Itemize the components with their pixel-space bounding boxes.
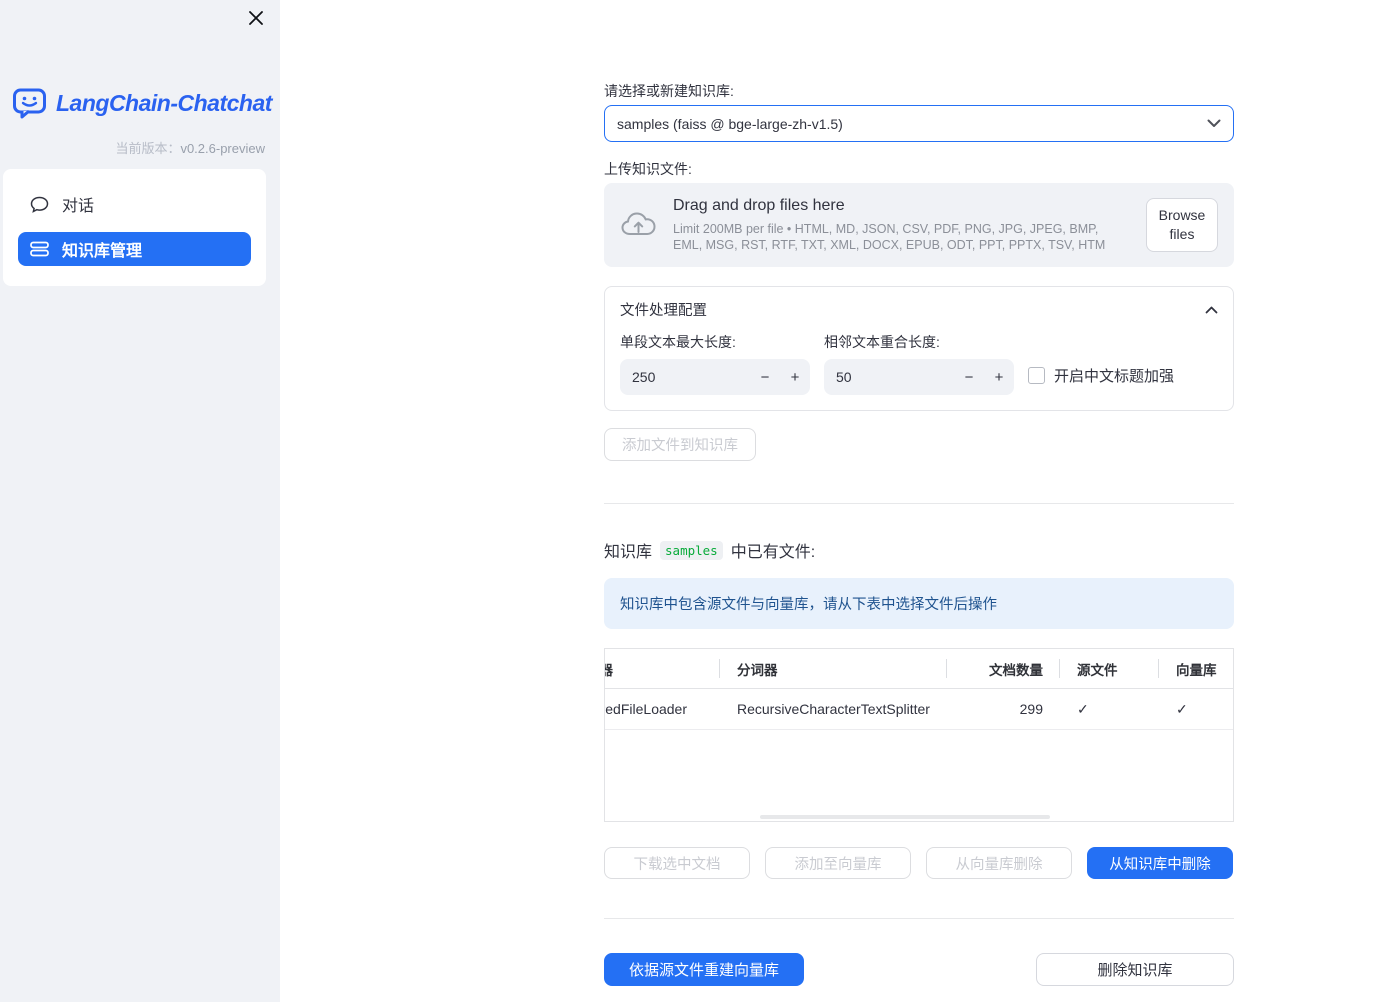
- file-actions-row: 下载选中文档 添加至向量库 从向量库删除 从知识库中删除: [604, 847, 1234, 879]
- dropzone-title: Drag and drop files here: [673, 197, 845, 214]
- browse-files-button[interactable]: Browse files: [1146, 198, 1218, 252]
- kb-stack-icon: [30, 241, 49, 257]
- info-banner: 知识库中包含源文件与向量库，请从下表中选择文件后操作: [604, 578, 1234, 629]
- add-files-to-kb-button[interactable]: 添加文件到知识库: [604, 428, 756, 461]
- info-banner-text: 知识库中包含源文件与向量库，请从下表中选择文件后操作: [620, 597, 997, 613]
- delete-from-vectorstore-button[interactable]: 从向量库删除: [926, 847, 1072, 879]
- kb-files-table: 文档加载器 分词器 文档数量 源文件 向量库 UnstructuredFileL…: [604, 648, 1234, 822]
- version-value: v0.2.6-preview: [180, 141, 265, 156]
- kb-heading-prefix: 知识库: [604, 544, 653, 561]
- sidebar-menu: 对话 知识库管理: [3, 169, 266, 286]
- main-area: 请选择或新建知识库: samples (faiss @ bge-large-zh…: [280, 0, 1380, 1002]
- table-row[interactable]: UnstructuredFileLoader RecursiveCharacte…: [605, 689, 1233, 730]
- column-header-splitter[interactable]: 分词器: [719, 649, 946, 688]
- overlap-value: 50: [836, 369, 852, 385]
- column-header-loader[interactable]: 文档加载器: [605, 649, 719, 688]
- chevron-up-icon: [1205, 306, 1218, 314]
- cell-vector-store-check: ✓: [1176, 700, 1188, 717]
- sidebar: LangChain-Chatchat 当前版本：v0.2.6-preview 对…: [0, 0, 280, 1002]
- sidebar-item-chat[interactable]: 对话: [18, 187, 251, 221]
- download-selected-button[interactable]: 下载选中文档: [604, 847, 750, 879]
- overlap-label: 相邻文本重合长度:: [824, 334, 940, 350]
- cloud-upload-icon: [620, 210, 657, 240]
- chunk-size-minus-button[interactable]: −: [750, 369, 780, 386]
- zh-title-enhance-checkbox[interactable]: 开启中文标题加强: [1028, 365, 1218, 386]
- divider: [604, 918, 1234, 919]
- kb-select-label: 请选择或新建知识库:: [604, 83, 734, 99]
- overlap-minus-button[interactable]: −: [954, 369, 984, 386]
- upload-label: 上传知识文件:: [604, 161, 692, 177]
- table-header: 文档加载器 分词器 文档数量 源文件 向量库: [605, 649, 1233, 689]
- kb-select[interactable]: samples (faiss @ bge-large-zh-v1.5): [604, 105, 1234, 142]
- sidebar-item-label: 知识库管理: [62, 243, 143, 260]
- chat-bubble-icon: [30, 196, 49, 213]
- delete-from-kb-button[interactable]: 从知识库中删除: [1087, 847, 1233, 879]
- rebuild-vectorstore-button[interactable]: 依据源文件重建向量库: [604, 953, 804, 986]
- chunk-size-plus-button[interactable]: +: [780, 369, 810, 386]
- file-dropzone[interactable]: Drag and drop files here Limit 200MB per…: [604, 183, 1234, 267]
- sidebar-item-kb-management[interactable]: 知识库管理: [18, 232, 251, 266]
- version-text: 当前版本：v0.2.6-preview: [115, 141, 265, 156]
- chunk-size-value: 250: [632, 369, 656, 385]
- cell-source-file-check: ✓: [1077, 700, 1089, 717]
- kb-select-value: samples (faiss @ bge-large-zh-v1.5): [617, 115, 843, 132]
- cell-splitter: RecursiveCharacterTextSplitter: [737, 701, 930, 717]
- overlap-plus-button[interactable]: +: [984, 369, 1014, 386]
- app-logo: LangChain-Chatchat: [12, 87, 272, 119]
- chevron-down-icon: [1207, 119, 1221, 128]
- expander-title: 文件处理配置: [620, 303, 707, 319]
- table-horizontal-scrollbar[interactable]: [760, 815, 1050, 819]
- file-config-expander: 文件处理配置 单段文本最大长度: 250 − + 相邻文本重合长度: 50 − …: [604, 286, 1234, 411]
- app-title: LangChain-Chatchat: [56, 89, 272, 116]
- checkbox-box[interactable]: [1028, 367, 1045, 384]
- dropzone-limit-text: Limit 200MB per file • HTML, MD, JSON, C…: [673, 222, 1106, 252]
- chunk-size-label: 单段文本最大长度:: [620, 334, 736, 350]
- chunk-size-input[interactable]: 250 − +: [620, 359, 810, 395]
- column-header-doc-count[interactable]: 文档数量: [946, 649, 1059, 688]
- overlap-input[interactable]: 50 − +: [824, 359, 1014, 395]
- column-header-vector-store[interactable]: 向量库: [1158, 649, 1233, 688]
- sidebar-item-label: 对话: [62, 198, 95, 215]
- cell-loader: UnstructuredFileLoader: [605, 701, 687, 717]
- checkbox-label: 开启中文标题加强: [1054, 368, 1175, 385]
- column-header-source-file[interactable]: 源文件: [1059, 649, 1158, 688]
- add-to-vectorstore-button[interactable]: 添加至向量库: [765, 847, 911, 879]
- logo-chat-icon: [12, 87, 48, 119]
- expander-header[interactable]: 文件处理配置: [620, 299, 1218, 320]
- cell-doc-count: 299: [1019, 701, 1043, 717]
- kb-name-code: samples: [660, 540, 723, 560]
- kb-bottom-actions: 依据源文件重建向量库 删除知识库: [604, 953, 1234, 986]
- sidebar-close-icon[interactable]: [246, 8, 266, 28]
- kb-files-heading: 知识库 samples 中已有文件:: [604, 538, 1234, 562]
- divider: [604, 503, 1234, 504]
- delete-kb-button[interactable]: 删除知识库: [1036, 953, 1234, 986]
- kb-heading-suffix: 中已有文件:: [730, 544, 816, 561]
